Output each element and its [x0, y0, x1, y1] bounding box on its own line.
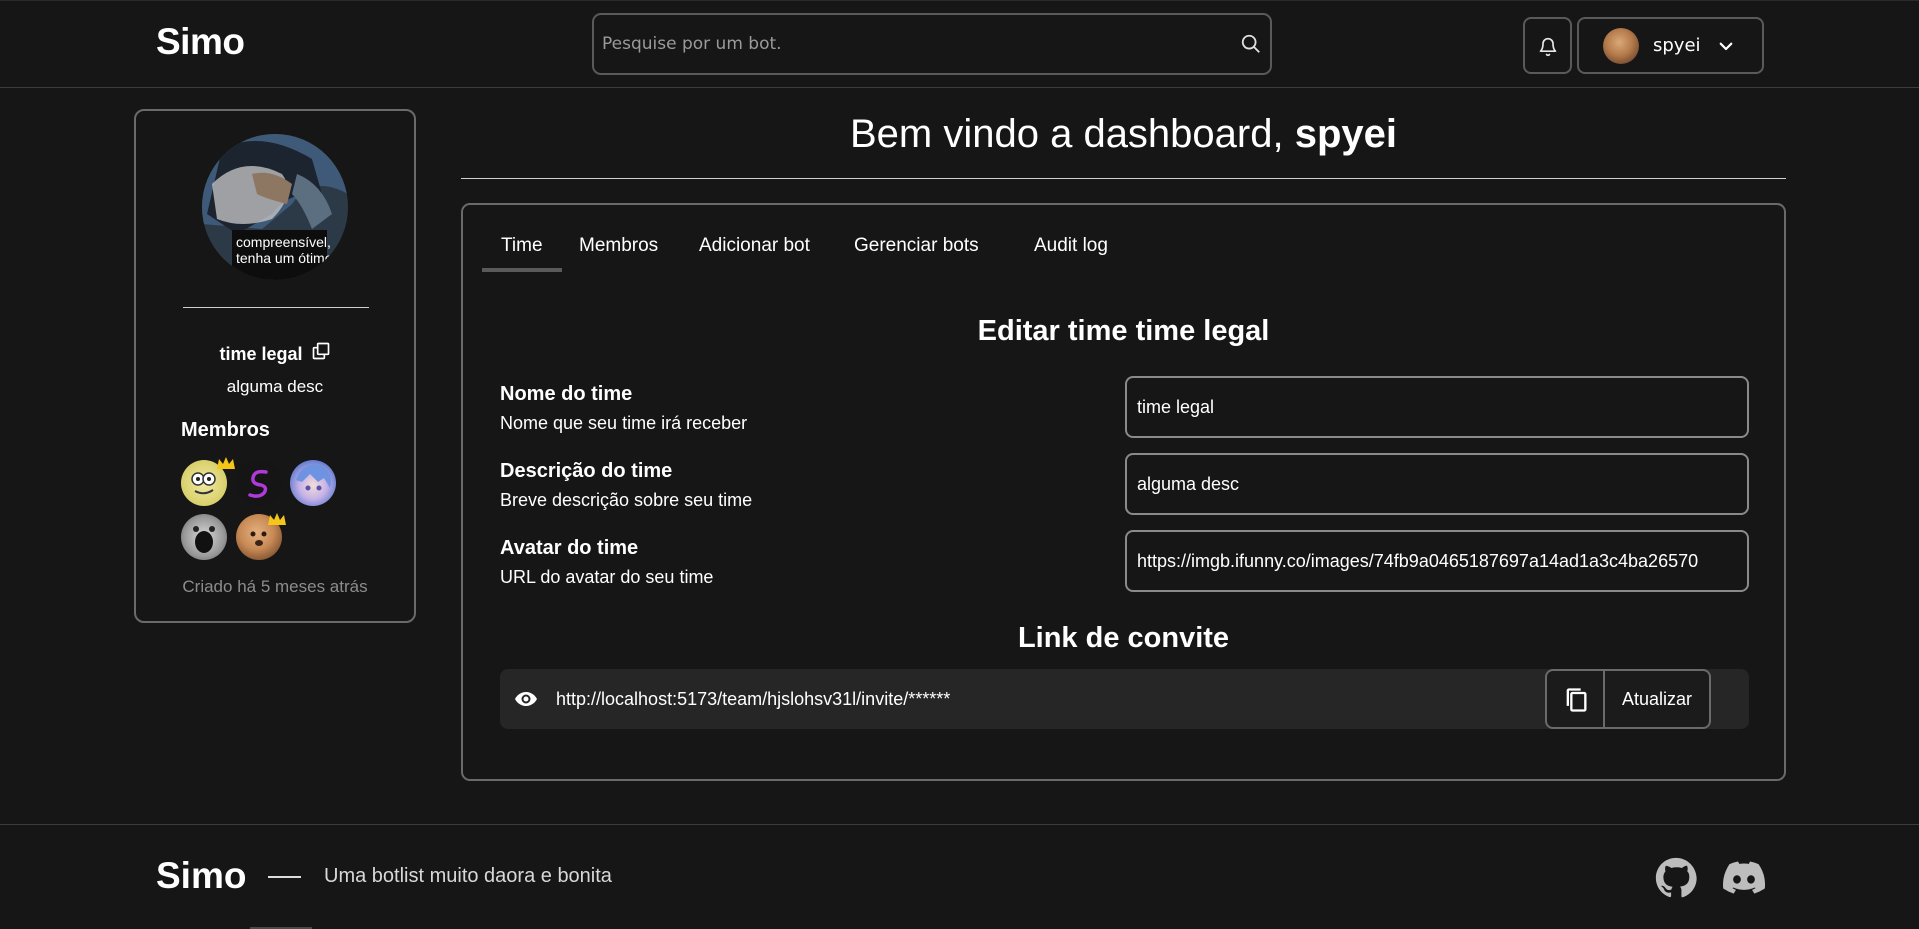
team-description: alguma desc — [226, 377, 324, 396]
member-avatar[interactable] — [290, 460, 336, 506]
team-description-help: Breve descrição sobre seu time — [500, 490, 753, 510]
active-tab-indicator — [482, 268, 562, 272]
chevron-down-icon — [1719, 42, 1733, 51]
bell-icon — [1539, 37, 1557, 57]
edit-team-title: Editar time time legal — [977, 315, 1270, 347]
crown-icon — [217, 457, 235, 469]
member-avatar-image — [296, 464, 331, 491]
member-avatar-image — [193, 526, 215, 553]
team-name-label: Nome do time — [500, 383, 633, 405]
team-name-help: Nome que seu time irá receber — [500, 413, 748, 433]
tab-membros[interactable]: Membros — [579, 235, 658, 257]
footer-logo[interactable]: Simo — [156, 855, 246, 897]
invite-link-bar: http://localhost:5173/team/hjslohsv31l/i… — [500, 669, 1749, 729]
search-box[interactable] — [592, 13, 1272, 75]
tab-time[interactable]: Time — [501, 235, 543, 257]
crown-icon — [268, 513, 286, 525]
notifications-button[interactable] — [1523, 17, 1572, 74]
top-navbar: Simo spyei — [0, 0, 1919, 88]
copy-icon[interactable] — [311, 341, 331, 361]
team-name: time legal — [136, 341, 414, 365]
divider — [183, 307, 369, 308]
member-avatar-image — [248, 469, 268, 498]
invite-url: http://localhost:5173/team/hjslohsv31l/i… — [556, 689, 951, 709]
user-avatar — [1603, 28, 1639, 64]
created-date: Criado há 5 meses atrás — [182, 577, 368, 596]
page-title: Bem vindo a dashboard, spyei — [849, 112, 1398, 156]
member-avatar[interactable] — [181, 514, 227, 560]
team-description-input[interactable] — [1125, 453, 1749, 515]
user-name: spyei — [1653, 35, 1701, 56]
team-info-card: compreensível, tenha um ótimo d time leg… — [134, 109, 416, 623]
tab-gerenciar-bots[interactable]: Gerenciar bots — [854, 235, 979, 257]
search-icon[interactable] — [1240, 33, 1262, 55]
eye-icon[interactable] — [512, 687, 540, 711]
members-heading: Membros — [181, 419, 270, 441]
team-avatar-label: Avatar do time — [500, 537, 639, 559]
copy-invite-button[interactable] — [1545, 669, 1605, 729]
copy-icon — [1566, 688, 1587, 712]
tab-adicionar-bot[interactable]: Adicionar bot — [699, 235, 810, 257]
team-avatar-url-input[interactable] — [1125, 530, 1749, 592]
footer-separator — [268, 876, 301, 878]
team-avatar: compreensível, tenha um ótimo d — [202, 134, 348, 280]
github-icon[interactable] — [1655, 857, 1697, 899]
team-name-input[interactable] — [1125, 376, 1749, 438]
invite-link-title: Link de convite — [1017, 622, 1230, 654]
refresh-invite-button[interactable]: Atualizar — [1605, 669, 1711, 729]
site-logo[interactable]: Simo — [156, 21, 245, 63]
divider — [461, 178, 1786, 179]
team-description-label: Descrição do time — [500, 460, 673, 482]
team-avatar-caption: compreensível, tenha um ótimo d — [236, 234, 345, 266]
search-input[interactable] — [602, 15, 1222, 73]
team-settings-panel: Time Membros Adicionar bot Gerenciar bot… — [461, 203, 1786, 781]
footer: Simo Uma botlist muito daora e bonita — [0, 824, 1919, 929]
footer-tagline: Uma botlist muito daora e bonita — [324, 865, 612, 887]
user-menu-button[interactable]: spyei — [1577, 17, 1764, 74]
member-avatar[interactable] — [236, 460, 282, 506]
team-avatar-help: URL do avatar do seu time — [500, 567, 714, 587]
tab-audit-log[interactable]: Audit log — [1034, 235, 1108, 257]
discord-icon[interactable] — [1723, 861, 1765, 895]
